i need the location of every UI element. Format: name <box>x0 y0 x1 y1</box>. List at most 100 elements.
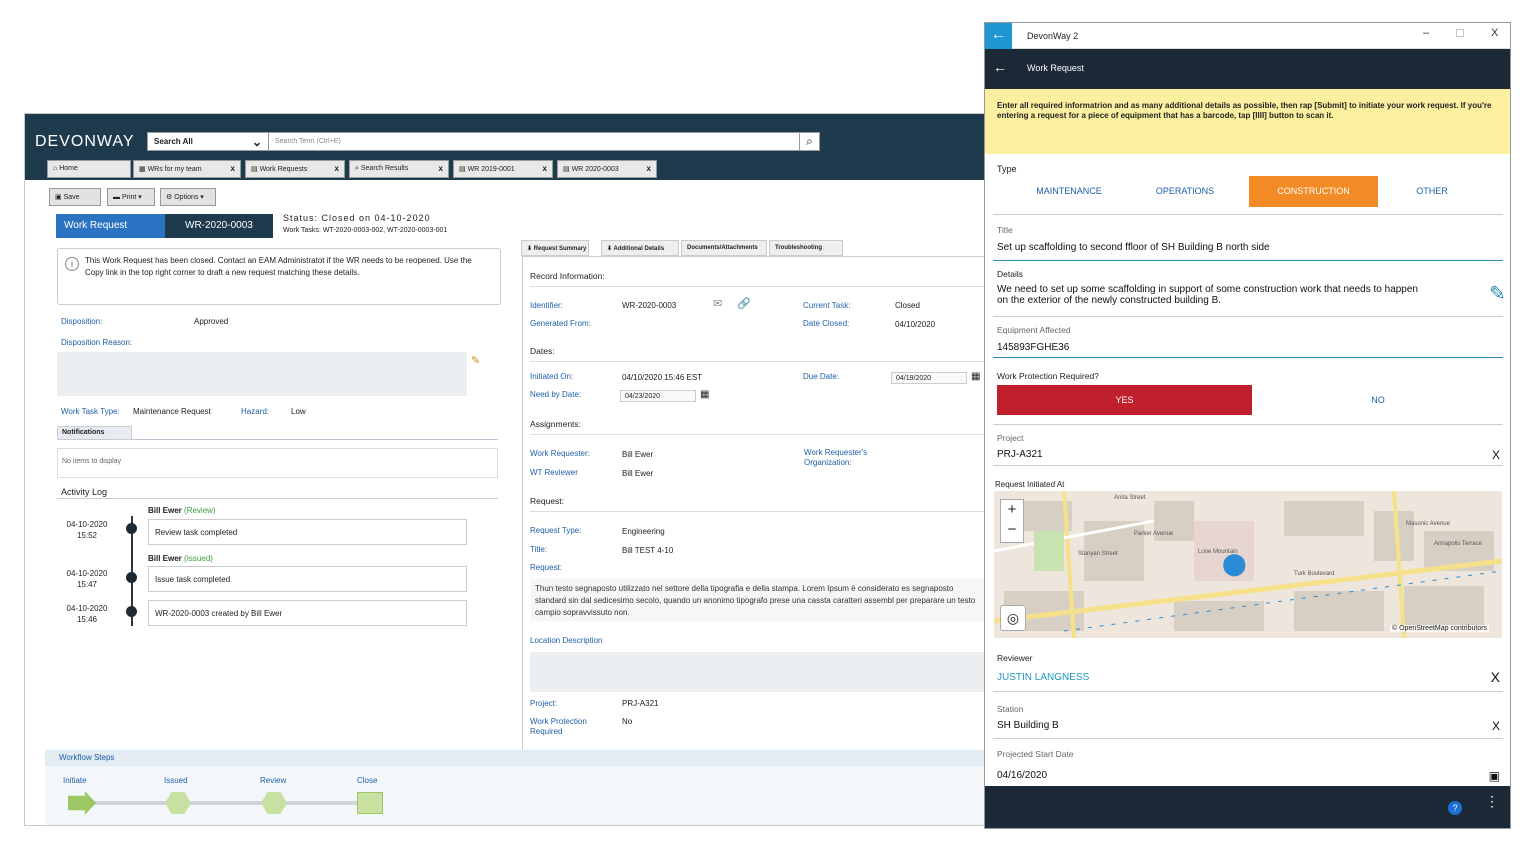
back-arrow-icon[interactable]: ← <box>993 59 1007 75</box>
print-button[interactable]: ▬ Print ▾ <box>107 188 155 206</box>
tab-notifications[interactable]: Notifications <box>57 426 132 440</box>
link-icon[interactable]: 🔗 <box>737 297 751 310</box>
disposition-reason-label: Disposition Reason: <box>61 338 133 347</box>
activity-role: (Review) <box>184 506 216 515</box>
clear-station-button[interactable]: X <box>1492 719 1500 733</box>
clear-project-button[interactable]: X <box>1492 448 1500 462</box>
search-scope-select[interactable]: Search All ⌄ <box>147 132 269 151</box>
search-icon[interactable]: ⌕ <box>799 132 820 151</box>
calendar-icon[interactable]: ▦ <box>971 371 980 382</box>
divider <box>993 316 1503 317</box>
close-icon[interactable]: x <box>335 164 339 173</box>
identifier-label: Identifier: <box>530 301 563 310</box>
hazard-label: Hazard: <box>241 407 270 416</box>
divider <box>993 424 1503 425</box>
help-icon[interactable]: ? <box>1448 801 1462 815</box>
divider <box>530 361 985 362</box>
tab-documents[interactable]: Documents/Attachments <box>681 240 767 256</box>
back-arrow-icon[interactable]: ← <box>985 23 1012 49</box>
close-icon[interactable]: x <box>231 164 235 173</box>
breadcrumb-type[interactable]: Work Request <box>56 214 176 238</box>
work-protection-label: Work Protection Required? <box>997 371 1099 381</box>
instructions-banner: Enter all required informatrion and as m… <box>985 89 1510 154</box>
close-icon[interactable]: x <box>439 164 443 173</box>
zoom-in-button[interactable]: + <box>1001 500 1023 520</box>
work-protection-no[interactable]: NO <box>1253 385 1503 415</box>
close-icon[interactable]: x <box>647 164 651 173</box>
map-zoom-controls[interactable]: + − <box>1000 499 1024 543</box>
more-menu-icon[interactable]: ⋮ <box>1485 794 1499 808</box>
reviewer-value[interactable]: JUSTIN LANGNESS <box>997 672 1089 683</box>
station-value[interactable]: SH Building B <box>997 720 1059 731</box>
type-option-other[interactable]: OTHER <box>1377 176 1487 207</box>
tab-home[interactable]: ⌂ Home <box>47 160 131 178</box>
request-type-value: Engineering <box>622 527 665 536</box>
edit-icon[interactable]: ✎ <box>471 354 480 367</box>
date-closed-label: Date Closed: <box>803 319 850 328</box>
wp-required-label: Work Protection Required <box>530 717 587 736</box>
tab-work-requests[interactable]: ▤ Work Requests x <box>245 160 345 178</box>
divider <box>57 498 498 499</box>
requester-org-label: Work Requester's Organization: <box>804 448 868 467</box>
project-value[interactable]: PRJ-A321 <box>997 449 1043 460</box>
work-protection-yes[interactable]: YES <box>997 385 1252 415</box>
search-input[interactable]: Search Term (Ctrl+E) <box>268 132 820 151</box>
clear-reviewer-button[interactable]: X <box>1491 669 1500 685</box>
type-option-operations[interactable]: OPERATIONS <box>1125 176 1245 207</box>
activity-entry: Issue task completed <box>148 566 467 592</box>
options-button[interactable]: ⚙ Options ▾ <box>160 188 216 206</box>
details-input[interactable]: We need to set up some scaffolding in su… <box>997 284 1427 306</box>
wt-reviewer-label: WT Reviewer <box>530 468 578 477</box>
tab-additional-details[interactable]: ⬇ Additional Details <box>601 240 679 256</box>
close-button[interactable]: X <box>1491 27 1498 39</box>
current-task-value: Closed <box>895 301 920 310</box>
mail-icon[interactable]: ✉ <box>713 297 722 310</box>
activity-author-name: Bill Ewer <box>148 554 182 563</box>
maximize-button[interactable]: ☐ <box>1455 27 1465 40</box>
tab-troubleshooting[interactable]: Troubleshooting <box>769 240 843 256</box>
equipment-input[interactable]: 145893FGHE36 <box>997 342 1069 353</box>
title-value: Bill TEST 4-10 <box>622 546 674 555</box>
tab-label: Request Summary <box>533 246 587 252</box>
current-task-label: Current Task: <box>803 301 851 310</box>
pencil-icon[interactable]: ✎ <box>1489 281 1506 306</box>
map-street-label: Anita Street <box>1114 495 1146 501</box>
save-button[interactable]: ▣ Save <box>49 188 101 206</box>
grid-icon: ▦ <box>139 166 148 173</box>
type-option-construction[interactable]: CONSTRUCTION <box>1249 176 1378 207</box>
title-input[interactable]: Set up scaffolding to second ffloor of S… <box>997 242 1270 253</box>
activity-date: 04-10-2020 15:47 <box>62 568 112 590</box>
type-option-maintenance[interactable]: MAINTENANCE <box>1009 176 1129 207</box>
save-icon: ▣ <box>55 194 64 201</box>
minimize-button[interactable]: – <box>1423 27 1429 39</box>
need-by-input[interactable]: 04/23/2020 <box>620 390 696 402</box>
location-map[interactable]: + − ⬤ ◎ Anita Street Turk Boulevard Stany… <box>994 491 1502 638</box>
activity-time-value: 15:47 <box>76 580 98 589</box>
reviewer-label: Reviewer <box>997 653 1033 663</box>
hazard-value: Low <box>291 407 306 416</box>
location-label: Location Description <box>530 636 603 645</box>
date-closed-value: 04/10/2020 <box>895 320 936 329</box>
due-date-input[interactable]: 04/19/2020 <box>891 372 967 384</box>
start-date-label: Projected Start Date <box>997 749 1074 759</box>
tab-request-summary[interactable]: ⬇ Request Summary <box>521 240 589 256</box>
location-field[interactable] <box>530 652 985 692</box>
tab-wrs-for-my-team[interactable]: ▦ WRs for my team x <box>133 160 241 178</box>
assignments-title: Assignments: <box>530 419 582 429</box>
close-icon[interactable]: x <box>543 164 547 173</box>
chevron-down-icon: ⌄ <box>251 135 262 149</box>
dates-title: Dates: <box>530 346 555 356</box>
print-icon: ▬ <box>113 194 122 201</box>
zoom-out-button[interactable]: − <box>1001 520 1023 540</box>
tab-search-results[interactable]: ⌕ Search Results x <box>349 160 449 178</box>
tab-wr-2020-0003[interactable]: ▤ WR 2020-0003 x <box>557 160 657 178</box>
divider <box>993 214 1503 215</box>
start-date-input[interactable]: 04/16/2020 <box>997 770 1047 781</box>
calendar-icon[interactable]: ▦ <box>700 389 709 400</box>
locate-icon[interactable]: ◎ <box>1000 605 1026 631</box>
document-icon: ▤ <box>251 166 260 173</box>
disposition-reason-field[interactable] <box>57 352 467 396</box>
calendar-icon[interactable]: ▣ <box>1489 769 1500 783</box>
request-type-label: Request Type: <box>530 526 582 535</box>
tab-wr-2019-0001[interactable]: ▤ WR 2019-0001 x <box>453 160 553 178</box>
